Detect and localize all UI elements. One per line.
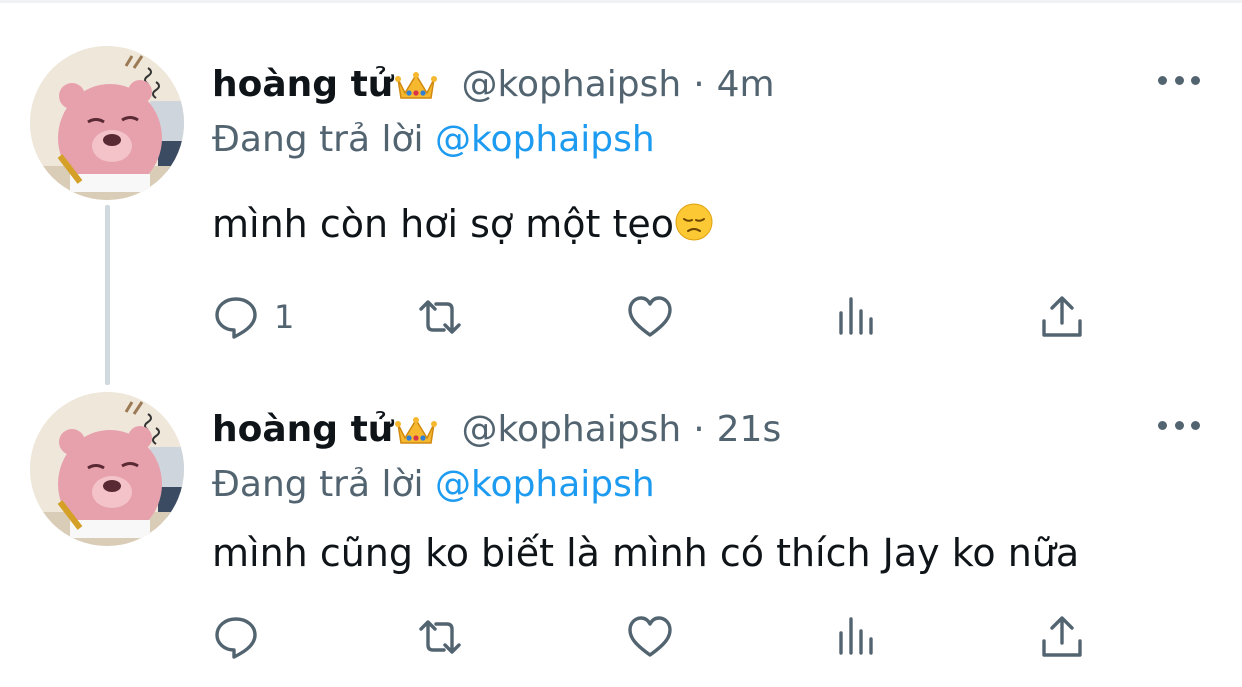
reply-prefix: Đang trả lời — [212, 464, 424, 505]
avatar-image — [30, 46, 184, 200]
pensive-face-emoji-icon — [674, 202, 714, 242]
tweet[interactable]: hoàng tử @kophaipsh · 4m Đang trả lời @k… — [0, 0, 1242, 385]
share-button[interactable] — [1038, 292, 1086, 342]
like-icon — [628, 296, 672, 337]
share-button[interactable] — [1038, 612, 1086, 662]
reply-mention-link[interactable]: @kophaipsh — [435, 464, 655, 505]
retweet-icon — [419, 620, 461, 654]
tweet-actions — [212, 612, 1092, 662]
reply-icon — [215, 297, 257, 339]
timestamp[interactable]: 4m — [717, 60, 775, 110]
crown-emoji-icon — [395, 414, 438, 446]
reply-mention-link[interactable]: @kophaipsh — [435, 119, 655, 160]
share-icon — [1042, 616, 1082, 657]
reply-button[interactable] — [212, 612, 274, 662]
like-icon — [628, 616, 672, 657]
tweet-text-content: mình cũng ko biết là mình có thích Jay k… — [212, 531, 1080, 575]
reply-button[interactable]: 1 — [212, 292, 294, 342]
separator-dot: · — [693, 64, 705, 105]
share-icon — [1042, 296, 1082, 337]
retweet-icon — [419, 300, 461, 334]
tweet-text: mình còn hơi sợ một tẹo — [212, 197, 714, 251]
thread-line — [105, 205, 110, 385]
reply-icon — [215, 617, 257, 659]
user-handle[interactable]: @kophaipsh — [461, 60, 681, 110]
avatar[interactable] — [30, 392, 184, 546]
tweet-header: hoàng tử @kophaipsh · 4m — [212, 60, 775, 110]
tweet-text: mình cũng ko biết là mình có thích Jay k… — [212, 526, 1079, 580]
avatar-image — [30, 392, 184, 546]
replying-to: Đang trả lời @kophaipsh — [212, 115, 655, 165]
retweet-button[interactable] — [416, 292, 464, 342]
tweet[interactable]: hoàng tử @kophaipsh · 21s Đang trả lời @… — [0, 380, 1242, 687]
display-name[interactable]: hoàng tử — [212, 405, 393, 455]
views-button[interactable] — [832, 292, 880, 342]
tweet-header: hoàng tử @kophaipsh · 21s — [212, 405, 781, 455]
crown-emoji-icon — [395, 69, 438, 101]
display-name[interactable]: hoàng tử — [212, 60, 393, 110]
retweet-button[interactable] — [416, 612, 464, 662]
separator-dot: · — [693, 409, 705, 450]
tweet-actions: 1 — [212, 292, 1092, 342]
more-icon[interactable] — [1158, 415, 1200, 435]
views-button[interactable] — [832, 612, 880, 662]
views-icon — [839, 297, 873, 335]
timestamp[interactable]: 21s — [717, 405, 782, 455]
replying-to: Đang trả lời @kophaipsh — [212, 460, 655, 510]
user-handle[interactable]: @kophaipsh — [461, 405, 681, 455]
like-button[interactable] — [626, 612, 674, 662]
more-icon[interactable] — [1158, 70, 1200, 90]
views-icon — [839, 617, 873, 655]
reply-count: 1 — [274, 298, 295, 336]
avatar[interactable] — [30, 46, 184, 200]
tweet-text-content: mình còn hơi sợ một tẹo — [212, 202, 674, 246]
like-button[interactable] — [626, 292, 674, 342]
reply-prefix: Đang trả lời — [212, 119, 424, 160]
